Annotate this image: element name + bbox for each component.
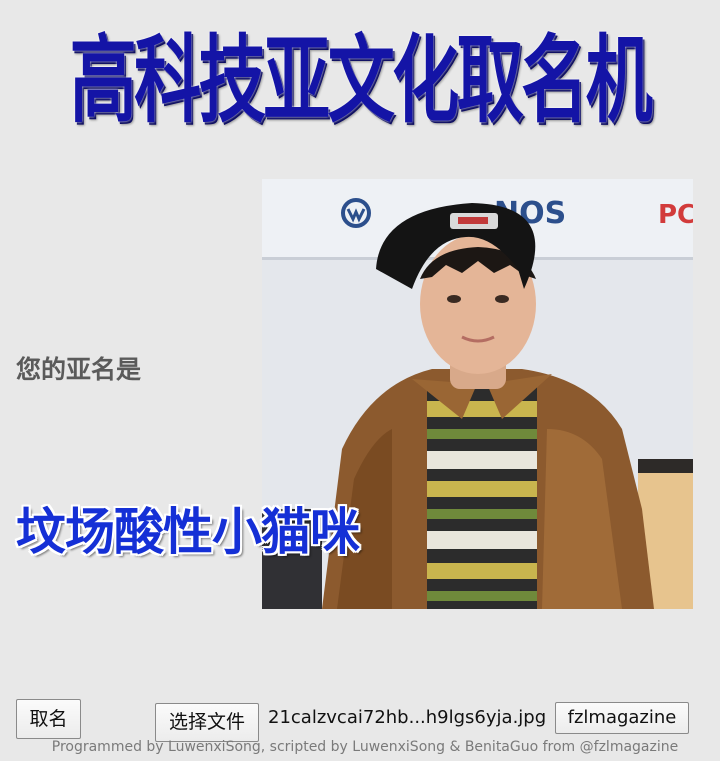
app-title: 高科技亚文化取名机 [69, 25, 653, 137]
striped-sweater [427, 384, 537, 609]
backdrop-sign-partial: PC [658, 200, 693, 230]
generate-name-button[interactable]: 取名 [16, 699, 81, 739]
left-eye [447, 295, 461, 303]
beanie-patch-stripe [458, 217, 488, 224]
choose-file-button[interactable]: 选择文件 [155, 703, 259, 742]
right-eye [495, 295, 509, 303]
footer-credit: Programmed by LuwenxiSong, scripted by L… [51, 739, 679, 755]
result-name: 坟场酸性小猫咪 [16, 503, 360, 561]
background-box-top [638, 459, 693, 473]
fzlmagazine-button[interactable]: fzlmagazine [555, 702, 689, 734]
result-prefix-label: 您的亚名是 [16, 355, 142, 384]
selected-file-name: 21calzvcai72hb...h9lgs6yja.jpg [268, 707, 547, 728]
